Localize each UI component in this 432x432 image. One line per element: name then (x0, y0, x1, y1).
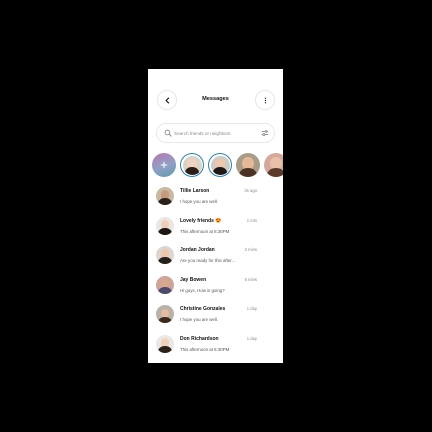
contact-name: Jordan Jordan (180, 247, 215, 254)
message-preview: This afternoon at 6:30PM (180, 347, 230, 352)
plus-icon (160, 161, 168, 169)
message-preview: Are you ready for this after... (180, 258, 236, 264)
more-options-button[interactable] (255, 90, 275, 110)
avatar (236, 153, 260, 177)
message-preview: I hope you are well. (180, 317, 219, 323)
avatar (156, 216, 174, 235)
conversation-row[interactable]: Don Richardson 1 day This afternoon at 6:3… (148, 332, 283, 362)
messages-screen: Messages Tillie Larson 3s ago I hope you a… (148, 69, 283, 363)
search-bar (156, 123, 275, 143)
more-vertical-icon (264, 97, 266, 103)
conversation-row[interactable]: Christine Gonzales 1 day I hope you are we… (148, 302, 283, 332)
avatar (182, 155, 202, 175)
contact-name: Jay Bowen (180, 276, 207, 283)
message-time: 5 mins (244, 276, 257, 282)
avatar (156, 335, 174, 353)
stories-row (152, 153, 283, 177)
add-story-button[interactable] (152, 153, 176, 177)
conversation-row[interactable]: Tillie Larson 3s ago I hope you are well. (148, 184, 283, 214)
message-time: 3s ago (244, 188, 257, 193)
avatar (156, 305, 174, 324)
contact-name: Christine Gonzales (180, 306, 226, 313)
avatar (264, 153, 283, 177)
message-time: 1 day (246, 306, 257, 312)
search-icon (164, 129, 172, 137)
story-avatar[interactable] (180, 153, 204, 177)
story-avatar[interactable] (208, 153, 232, 177)
story-avatar[interactable] (236, 153, 260, 177)
contact-name: Don Richardson (180, 336, 219, 342)
conversation-row[interactable]: Jordan Jordan 2 mins Are you ready for thi… (148, 243, 283, 273)
story-avatar[interactable] (264, 153, 283, 177)
conversation-row[interactable]: Lovely friends 😍 1 min This afternoon at 6… (148, 214, 283, 244)
avatar (156, 246, 174, 265)
message-preview: Hi guys, How is going? (180, 287, 225, 293)
filter-icon[interactable] (261, 129, 269, 137)
message-preview: This afternoon at 6:30PM (180, 228, 230, 234)
message-time: 1 day (246, 336, 257, 341)
avatar (210, 155, 230, 175)
message-time: 2 mins (244, 247, 257, 253)
contact-name: Lovely friends 😍 (180, 217, 222, 224)
message-time: 1 min (246, 217, 257, 223)
search-input[interactable] (174, 128, 254, 139)
avatar (156, 275, 174, 294)
contact-name: Tillie Larson (180, 188, 210, 194)
avatar (156, 187, 174, 205)
message-preview: I hope you are well. (180, 199, 219, 204)
conversation-row[interactable]: Jay Bowen 5 mins Hi guys, How is going? (148, 273, 283, 303)
header: Messages (148, 69, 283, 127)
